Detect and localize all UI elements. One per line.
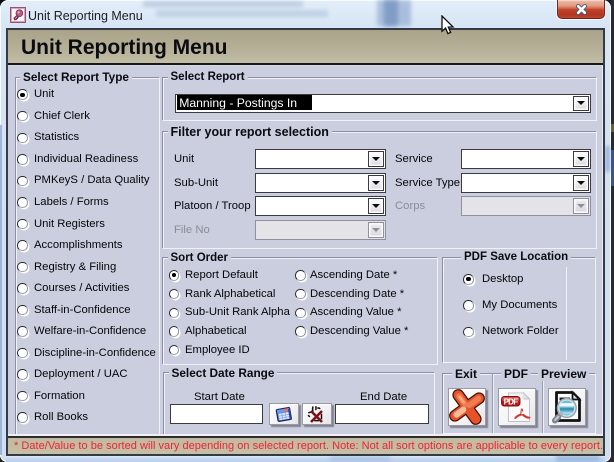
svg-text:PDF: PDF	[504, 397, 519, 406]
